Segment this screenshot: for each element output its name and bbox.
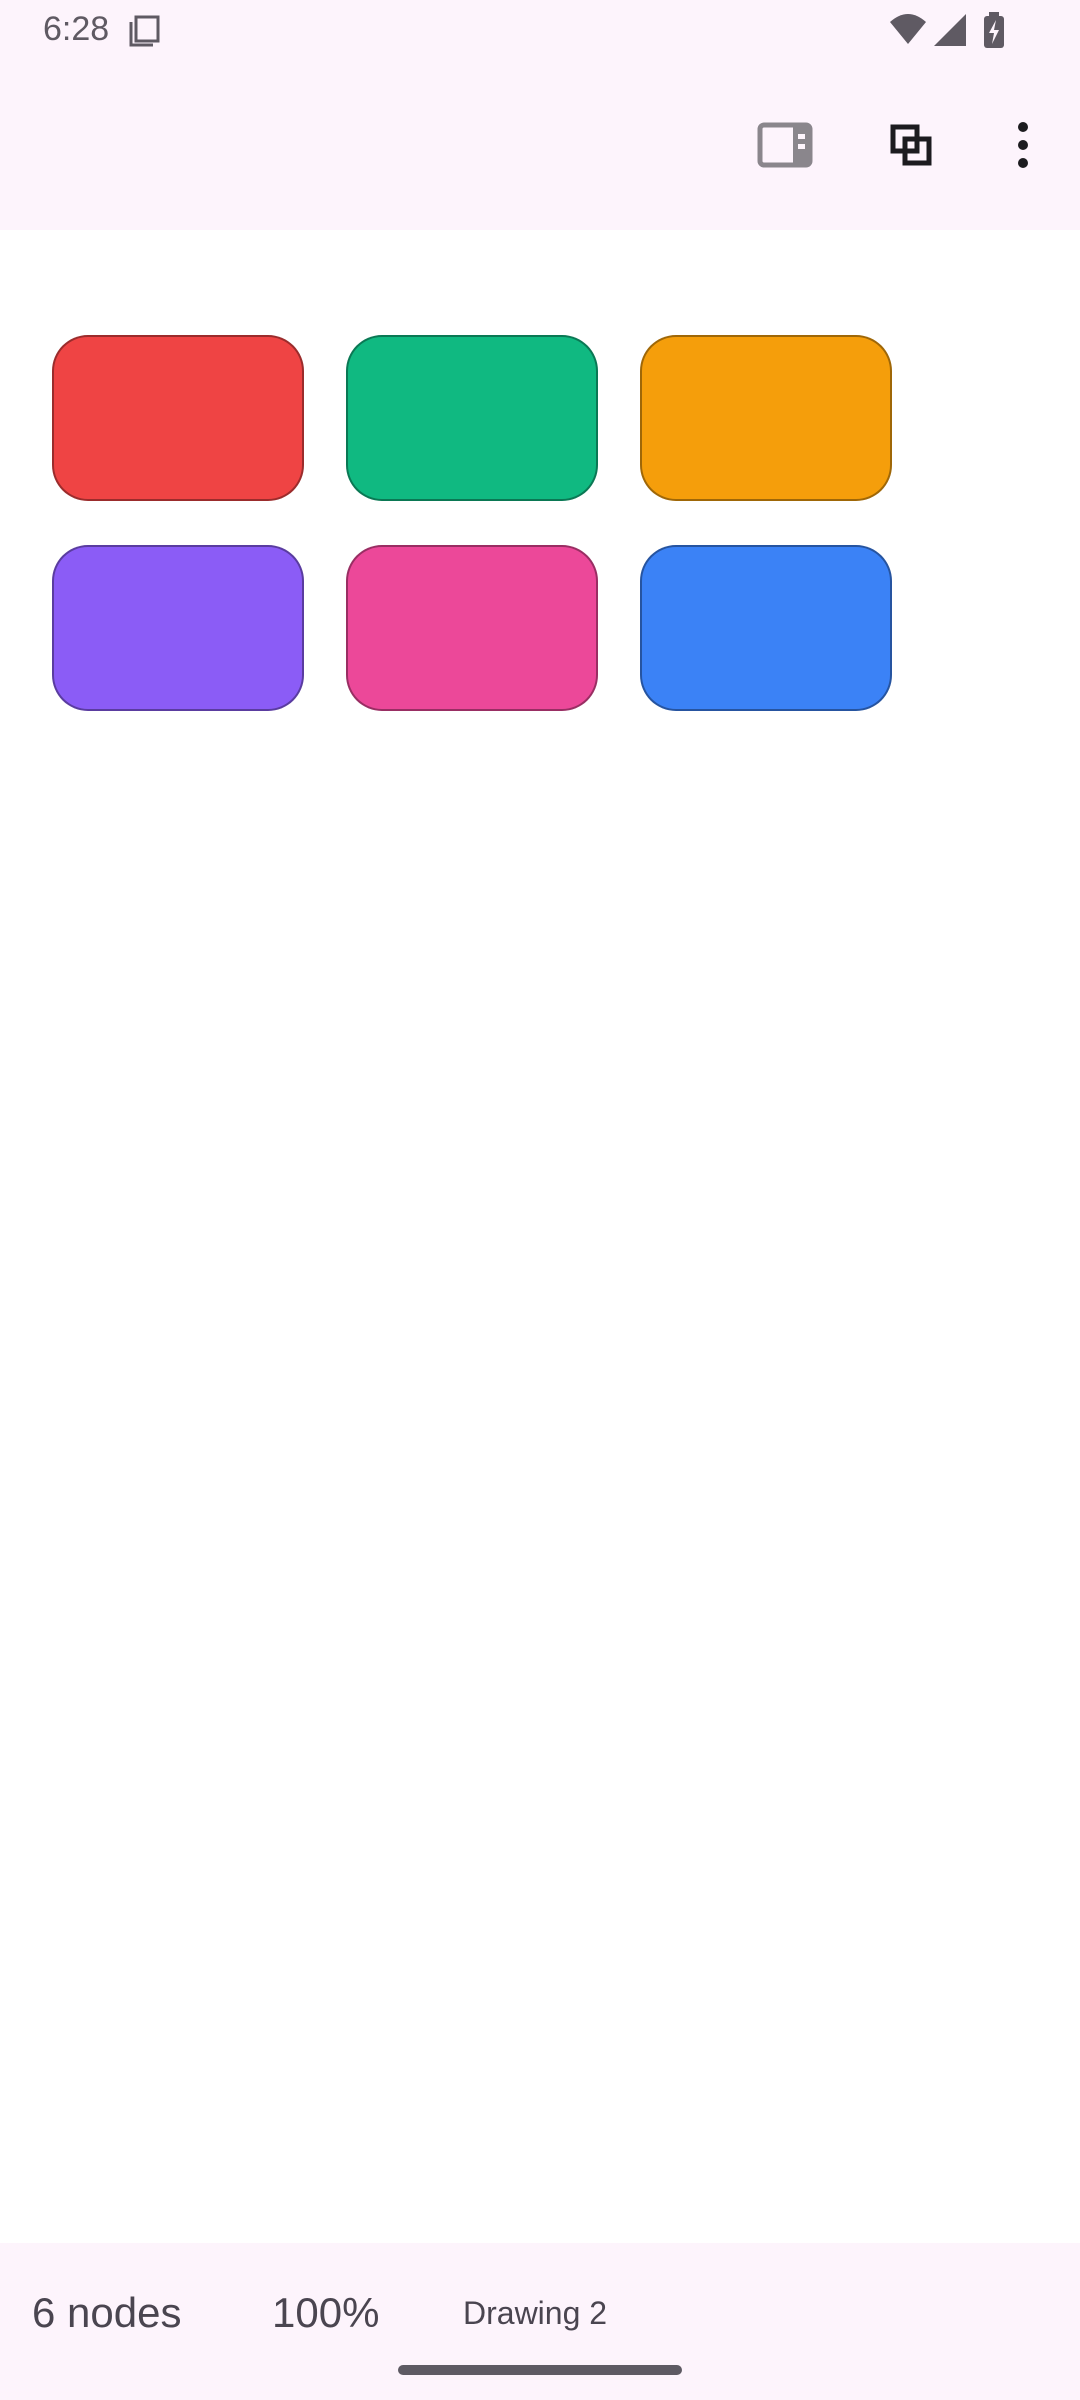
node-purple[interactable] (52, 545, 304, 711)
battery-charging-icon (982, 10, 1006, 50)
drawing-canvas[interactable] (0, 230, 1080, 2243)
node-pink[interactable] (346, 545, 598, 711)
navigation-handle[interactable] (398, 2365, 682, 2375)
drawing-name: Drawing 2 (463, 2295, 608, 2331)
side-panel-button[interactable] (750, 112, 820, 182)
node-red[interactable] (52, 335, 304, 501)
side-panel-icon (757, 122, 813, 173)
status-bar: 6:28 (0, 0, 1080, 62)
node-green[interactable] (346, 335, 598, 501)
layers-button[interactable] (876, 112, 946, 182)
node-blue[interactable] (640, 545, 892, 711)
node-count: 6 nodes (32, 2289, 182, 2336)
app-bar (0, 62, 1080, 230)
cellular-signal-icon (932, 10, 968, 50)
bottom-status-bar: 6 nodes 100% Drawing 2 (0, 2243, 1080, 2400)
status-time: 6:28 (43, 10, 110, 48)
more-options-icon (1015, 121, 1031, 174)
wifi-icon (888, 10, 928, 50)
zoom-level[interactable]: 100% (272, 2289, 379, 2337)
node-orange[interactable] (640, 335, 892, 501)
layers-icon (889, 123, 933, 172)
document-icon (127, 14, 161, 48)
more-options-button[interactable] (988, 112, 1058, 182)
